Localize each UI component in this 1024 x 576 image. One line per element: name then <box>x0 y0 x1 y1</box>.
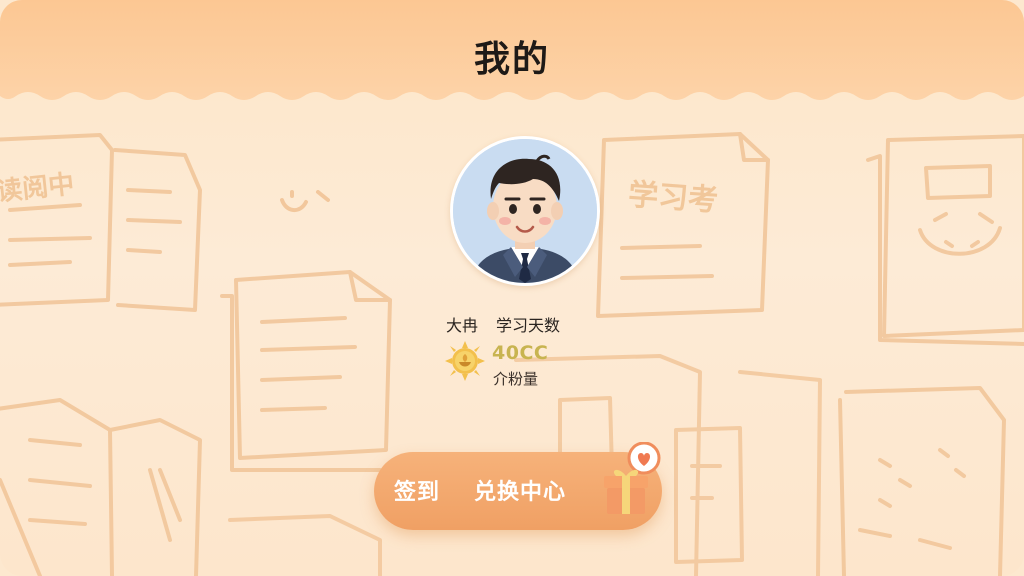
businessman-avatar-icon <box>453 139 597 283</box>
action-pill: 签到 兑换中心 <box>374 442 662 530</box>
study-days-label: 学习天数 <box>496 316 561 335</box>
gift-heart-icon[interactable] <box>600 442 666 520</box>
header-bar: 我的 <box>0 0 1024 104</box>
points-label: 介粉量 <box>493 370 539 388</box>
avatar[interactable] <box>450 136 600 286</box>
profile-screen: 读阅中 学习考 我的 大冉 学习天数 40CC 介粉量 签到 兑换中心 <box>0 0 1024 576</box>
points-value: 40CC <box>492 342 549 364</box>
checkin-button[interactable]: 签到 <box>394 474 440 506</box>
exchange-center-button[interactable]: 兑换中心 <box>474 474 566 506</box>
bg-text-study: 学习考 <box>627 177 719 218</box>
username: 大冉 <box>446 316 479 335</box>
user-stats-row: 大冉 学习天数 <box>446 312 560 336</box>
sun-medal-icon <box>445 341 485 381</box>
points-badge[interactable]: 40CC 介粉量 <box>444 340 584 390</box>
page-title: 我的 <box>473 39 550 80</box>
bg-text-reading: 读阅中 <box>0 170 76 208</box>
